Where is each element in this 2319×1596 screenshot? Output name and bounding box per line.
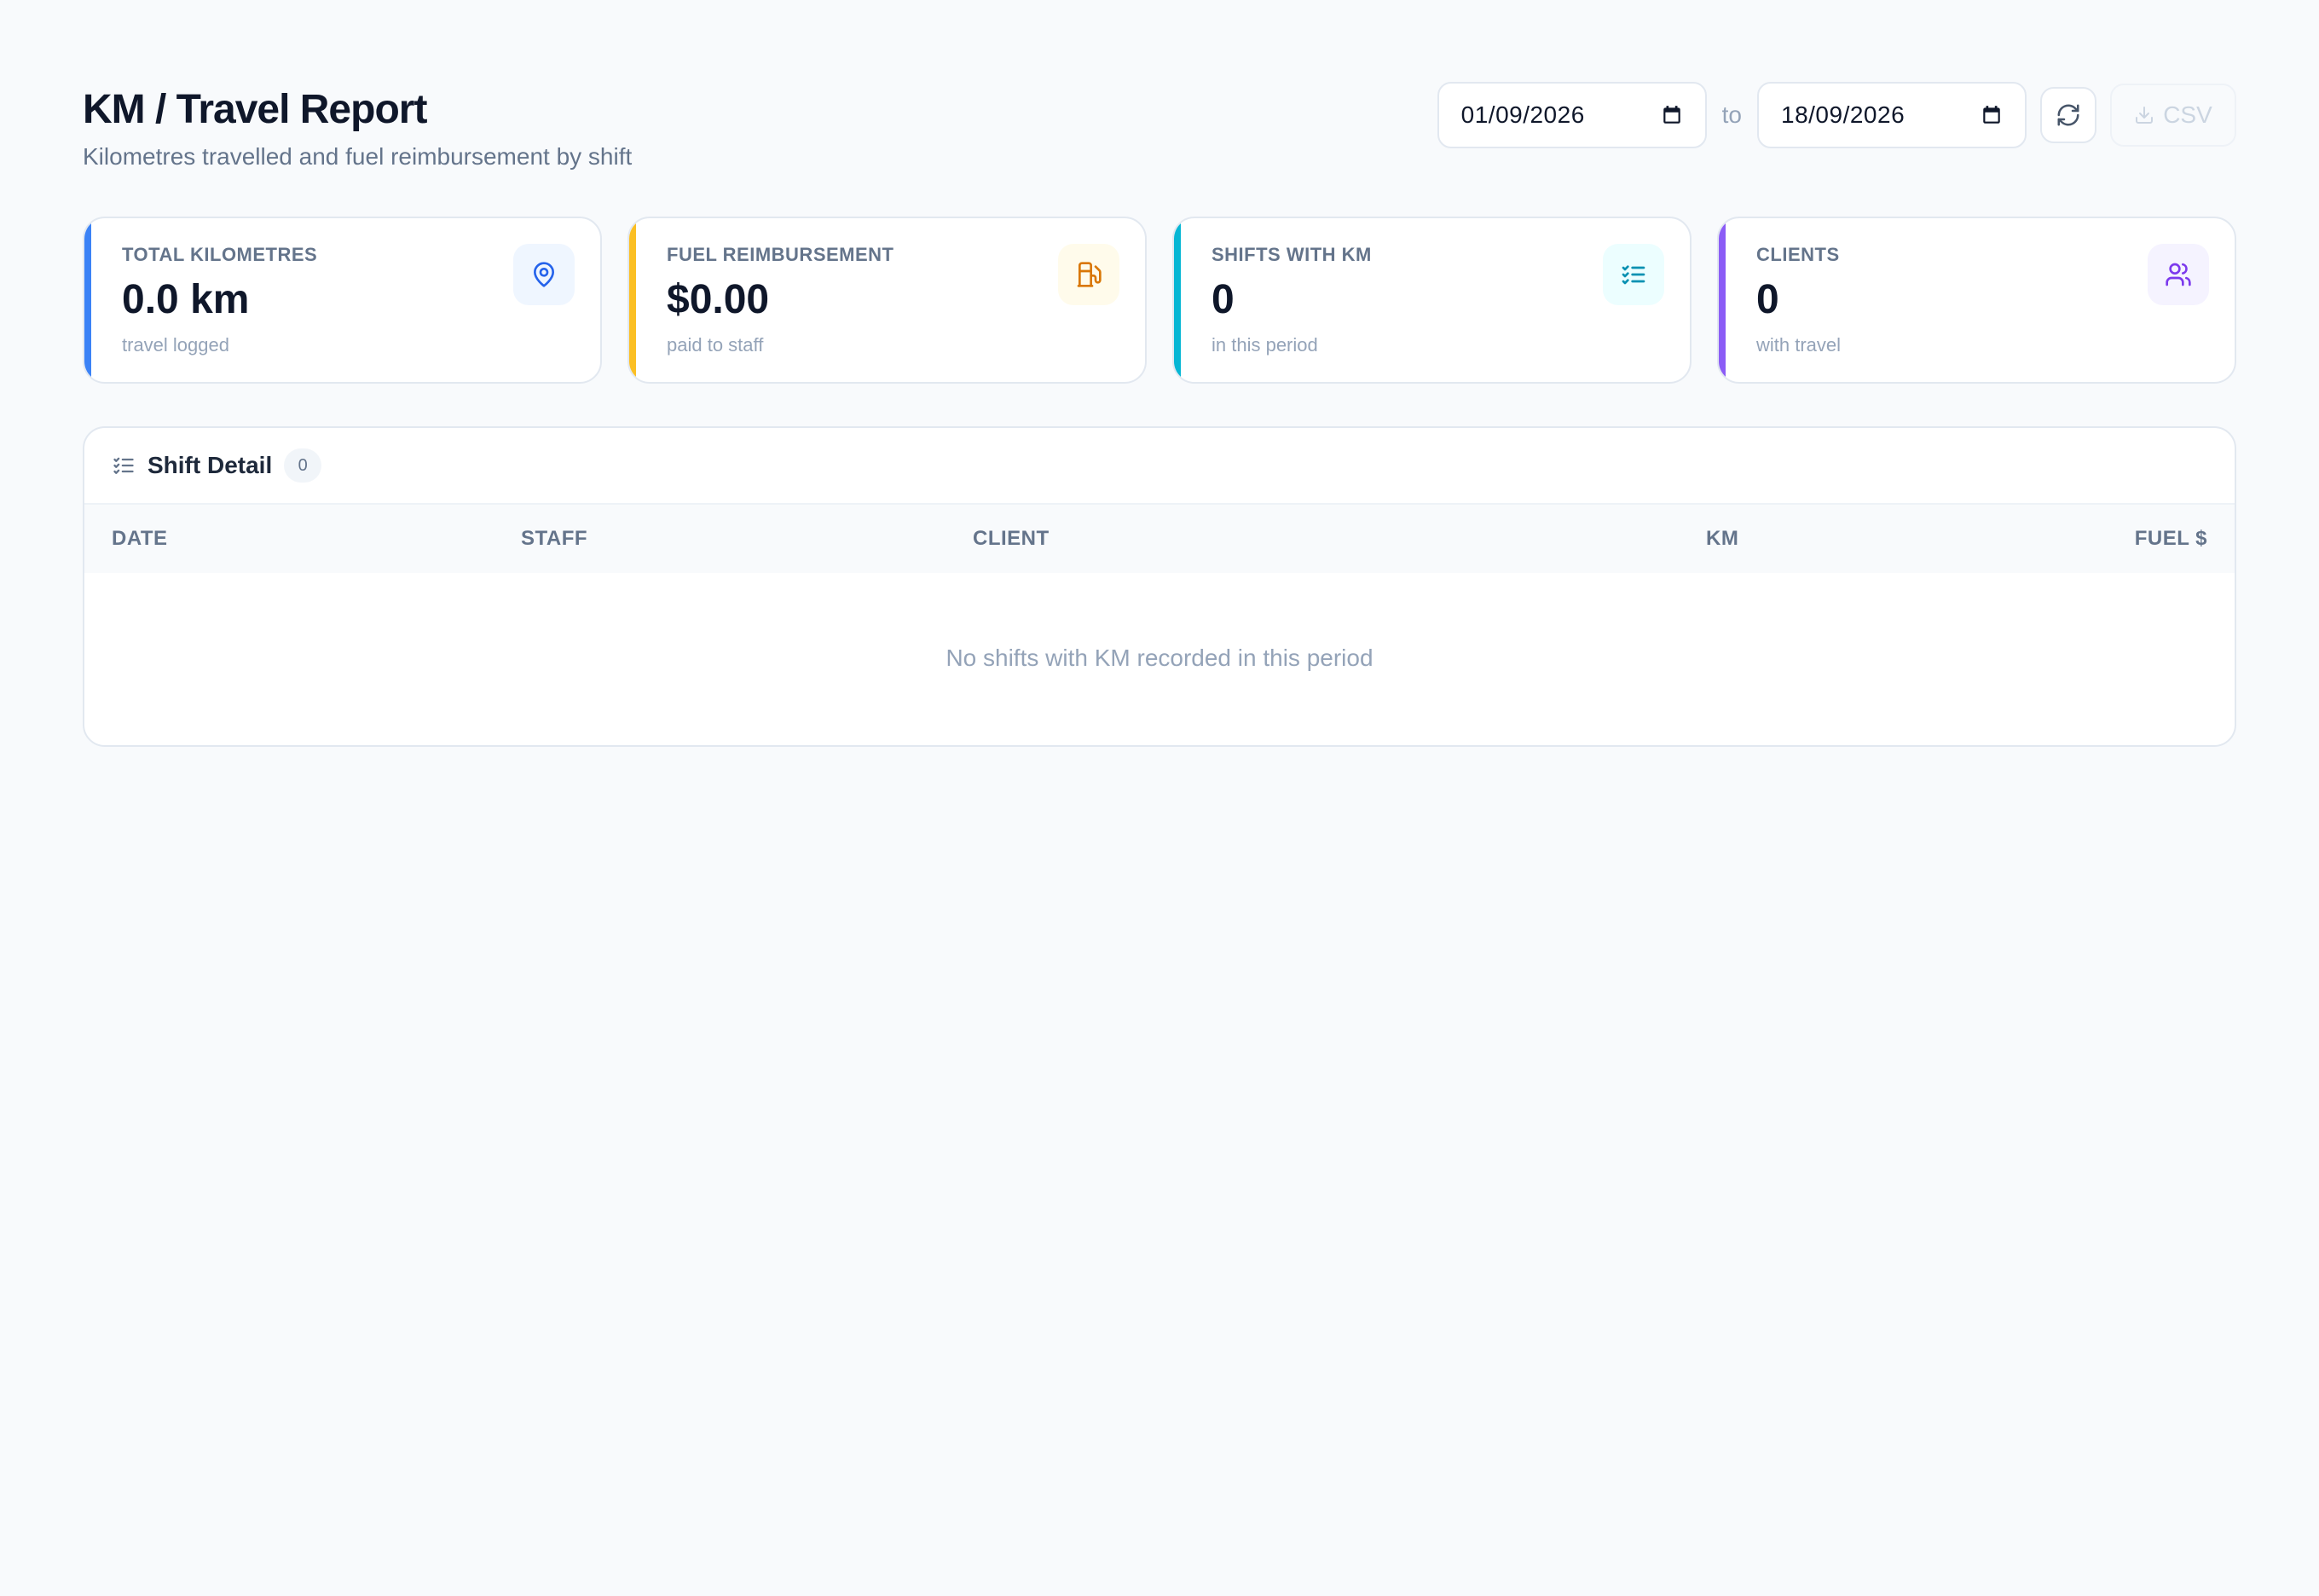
card-accent: [629, 218, 636, 382]
to-date-input[interactable]: 18/09/2026: [1757, 82, 2027, 148]
page-title: KM / Travel Report: [83, 87, 427, 132]
stat-card-total-km: TOTAL KILOMETRES 0.0 km travel logged: [83, 217, 602, 384]
empty-state-message: No shifts with KM recorded in this perio…: [946, 645, 1373, 671]
shift-detail-panel: Shift Detail 0 DATE STAFF CLIENT KM FUEL…: [83, 426, 2236, 747]
card-accent: [84, 218, 91, 382]
list-checks-icon: [1603, 244, 1664, 305]
column-header-fuel[interactable]: FUEL $: [1979, 527, 2207, 551]
stat-card-fuel-reimbursement: FUEL REIMBURSEMENT $0.00 paid to staff: [627, 217, 1147, 384]
stat-value: $0.00: [667, 277, 770, 322]
stat-label: SHIFTS WITH KM: [1212, 244, 1372, 265]
stat-sub: with travel: [1756, 334, 1842, 356]
calendar-icon[interactable]: [1661, 104, 1683, 126]
stat-sub: travel logged: [122, 334, 229, 356]
stat-cards: TOTAL KILOMETRES 0.0 km travel logged FU…: [83, 217, 2236, 384]
stat-card-shifts-with-km: SHIFTS WITH KM 0 in this period: [1172, 217, 1692, 384]
stat-value: 0: [1212, 277, 1235, 322]
date-range-separator: to: [1721, 101, 1742, 128]
list-checks-icon: [113, 457, 134, 474]
stat-label: FUEL REIMBURSEMENT: [667, 244, 894, 265]
km-travel-report-page: KM / Travel Report Kilometres travelled …: [0, 0, 2319, 1596]
column-header-staff[interactable]: STAFF: [521, 527, 973, 551]
stat-label: TOTAL KILOMETRES: [122, 244, 318, 265]
calendar-icon[interactable]: [1981, 104, 2003, 126]
column-header-client[interactable]: CLIENT: [973, 527, 1706, 551]
stat-card-clients: CLIENTS 0 with travel: [1717, 217, 2236, 384]
count-badge: 0: [284, 448, 322, 483]
fuel-pump-icon: [1058, 244, 1119, 305]
stat-value: 0: [1756, 277, 1779, 322]
card-accent: [1174, 218, 1181, 382]
from-date-input[interactable]: 01/09/2026: [1437, 82, 1707, 148]
page-header: KM / Travel Report Kilometres travelled …: [83, 82, 2236, 174]
report-controls: 01/09/2026 to 18/09/2026 CSV: [1437, 82, 2236, 148]
stat-sub: in this period: [1212, 334, 1318, 356]
to-date-value: 18/09/2026: [1781, 101, 1906, 128]
from-date-value: 01/09/2026: [1460, 101, 1585, 128]
stat-label: CLIENTS: [1756, 244, 1840, 265]
users-icon: [2148, 244, 2209, 305]
column-header-date[interactable]: DATE: [112, 527, 521, 551]
page-subtitle: Kilometres travelled and fuel reimbursem…: [83, 143, 633, 170]
stat-sub: paid to staff: [667, 334, 764, 356]
map-pin-icon: [513, 244, 575, 305]
title-block: KM / Travel Report Kilometres travelled …: [83, 82, 632, 174]
panel-title: Shift Detail: [147, 452, 273, 478]
column-header-km[interactable]: KM: [1706, 527, 1979, 551]
stat-value: 0.0 km: [122, 277, 250, 322]
card-accent: [1719, 218, 1726, 382]
refresh-icon: [2057, 104, 2079, 126]
panel-header: Shift Detail 0: [84, 428, 2235, 505]
csv-label: CSV: [2163, 101, 2212, 128]
export-csv-button[interactable]: CSV: [2110, 84, 2236, 147]
table-header: DATE STAFF CLIENT KM FUEL $: [84, 505, 2235, 573]
download-icon: [2136, 107, 2154, 124]
refresh-button[interactable]: [2040, 87, 2096, 143]
